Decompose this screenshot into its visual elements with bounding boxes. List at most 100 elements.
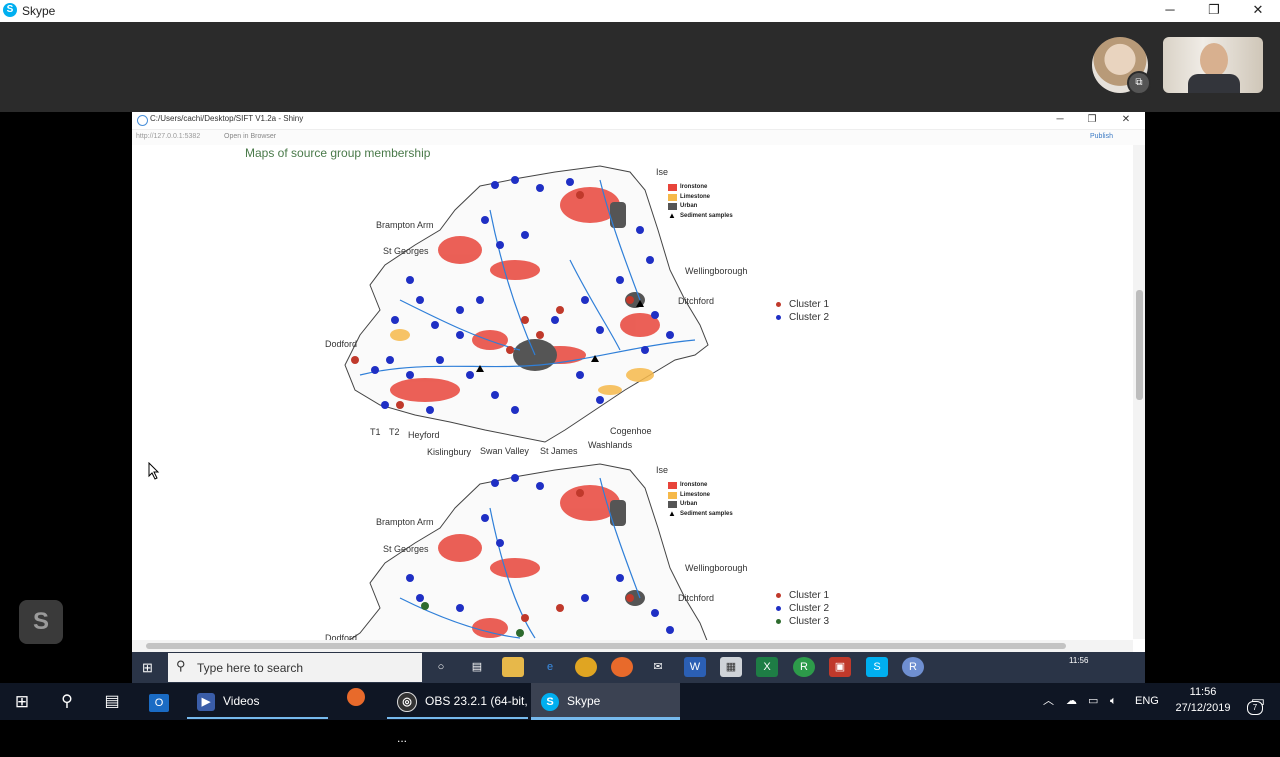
edge-icon[interactable]: e (539, 657, 561, 677)
remote-clock: 11:56 (1069, 656, 1089, 665)
place2-dodford: Dodford (325, 633, 358, 640)
search-icon[interactable]: ⚲ (45, 683, 89, 720)
skype-remote-icon[interactable]: S (866, 657, 888, 677)
close-button[interactable]: ✕ (1236, 0, 1280, 22)
powerpoint-icon[interactable]: ▦ (720, 657, 742, 677)
shiny-url: http://127.0.0.1:5382 (136, 133, 201, 140)
key2-urban-label: Urban (680, 501, 698, 507)
place-swan-valley: Swan Valley (480, 446, 529, 456)
shiny-minimize-button[interactable]: ─ (1046, 112, 1074, 128)
maximize-button[interactable]: ❐ (1192, 0, 1236, 22)
place2-st-georges: St Georges (383, 544, 429, 554)
key2-limestone-label: Limestone (680, 492, 711, 498)
skype-label: Skype (567, 694, 601, 708)
key-urban-swatch (668, 203, 677, 210)
cloud-icon[interactable]: ☁ (1066, 683, 1077, 720)
place-dodford: Dodford (325, 339, 358, 349)
key2-sediment-label: Sediment samples (680, 511, 733, 517)
open-in-browser-button[interactable]: Open in Browser (224, 133, 276, 140)
task-view-icon[interactable]: ▤ (90, 683, 134, 720)
place-st-georges: St Georges (383, 246, 429, 256)
taskbar-app-skype[interactable]: S Skype (531, 683, 680, 720)
pdf-icon[interactable]: ▣ (829, 657, 851, 677)
obs-icon: ◎ (397, 691, 417, 712)
place-t1: T1 (370, 427, 381, 437)
shiny-maximize-button[interactable]: ❐ (1078, 112, 1106, 128)
place-cogenhoe: Cogenhoe (610, 426, 652, 436)
skype-watermark-icon: S (19, 600, 63, 644)
legend-cluster1-label: Cluster 1 (789, 299, 830, 310)
legend2-cluster1-label: Cluster 1 (789, 590, 830, 601)
excel-icon[interactable]: X (756, 657, 778, 677)
window-title: Skype (22, 4, 56, 18)
remote-face (1200, 43, 1228, 77)
videos-icon: ▶ (197, 692, 215, 711)
notification-count-badge: 7 (1247, 701, 1263, 715)
vertical-scrollbar-thumb[interactable] (1136, 290, 1143, 400)
call-header (0, 22, 1280, 112)
minimize-button[interactable]: ─ (1148, 0, 1192, 22)
remote-start-icon[interactable]: ⊞ (142, 660, 153, 676)
legend2-cluster2-label: Cluster 2 (789, 603, 830, 614)
key2-urban-swatch (668, 501, 677, 508)
start-button-icon[interactable]: ⊞ (0, 683, 44, 720)
place-kislingbury: Kislingbury (427, 447, 472, 457)
place2-ditchford: Ditchford (678, 593, 715, 603)
outlook-icon[interactable]: O (137, 683, 181, 720)
skype-logo-icon: S (3, 3, 17, 17)
legend2-cluster1-marker (776, 593, 781, 598)
word-icon[interactable]: W (684, 657, 706, 677)
r-icon[interactable]: R (793, 657, 815, 677)
cortana-icon[interactable]: ○ (430, 657, 452, 677)
battery-icon[interactable]: ▭ (1088, 683, 1098, 720)
horizontal-scrollbar-thumb[interactable] (146, 643, 1066, 649)
place-washlands: Washlands (588, 440, 633, 450)
mouse-cursor-icon (148, 462, 160, 480)
place-brampton-arm: Brampton Arm (376, 220, 434, 230)
remote-body (1188, 74, 1240, 93)
legend-cluster2-label: Cluster 2 (789, 312, 830, 323)
place-t2: T2 (389, 427, 400, 437)
place-wellingborough: Wellingborough (685, 266, 748, 276)
place2-ise: Ise (656, 465, 669, 475)
mail-icon[interactable]: ✉ (647, 657, 669, 677)
taskbar-app-videos[interactable]: ▶ Videos (187, 683, 328, 720)
skype-titlebar (0, 0, 1280, 22)
key2-ironstone-swatch (668, 482, 677, 489)
sediment-triangle-icon: ▲ (668, 211, 676, 220)
tray-overflow-icon[interactable]: ︿ (1043, 683, 1054, 720)
taskbar-app-obs[interactable]: ◎ OBS 23.2.1 (64-bit, ... (387, 683, 528, 745)
task-view-icon[interactable]: ▤ (466, 657, 488, 677)
videos-active-indicator (187, 717, 328, 719)
clock-time[interactable]: 11:56 (1180, 686, 1226, 698)
file-explorer-icon[interactable] (502, 657, 524, 677)
obs-active-indicator (387, 717, 528, 719)
shiny-window-title: C:/Users/cachi/Desktop/SIFT V1.2a - Shin… (150, 114, 304, 123)
legend-cluster2-marker (776, 315, 781, 320)
clock-date[interactable]: 27/12/2019 (1168, 702, 1238, 714)
chrome-icon[interactable] (575, 657, 597, 677)
publish-button[interactable]: Publish (1090, 133, 1113, 140)
page-heading: Maps of source group membership (245, 146, 431, 160)
firefox-icon[interactable] (334, 683, 378, 720)
volume-icon[interactable]: 🔈︎ (1110, 683, 1117, 720)
place-ise: Ise (656, 167, 669, 177)
firefox-icon[interactable] (611, 657, 633, 677)
key-limestone-label: Limestone (680, 194, 711, 200)
legend2-cluster3-marker (776, 619, 781, 624)
legend-cluster1-marker (776, 302, 781, 307)
place-heyford: Heyford (408, 430, 440, 440)
legend2-cluster3-label: Cluster 3 (789, 616, 830, 627)
language-indicator[interactable]: ENG (1135, 683, 1159, 720)
place-st-james: St James (540, 446, 578, 456)
rstudio-taskbar-icon[interactable]: R (902, 657, 924, 677)
legend2-cluster2-marker (776, 606, 781, 611)
shiny-toolbar (132, 130, 1145, 145)
rstudio-icon (137, 115, 148, 126)
sediment-triangle-icon-2: ▲ (668, 509, 676, 518)
remote-search-placeholder: Type here to search (197, 661, 304, 675)
key-ironstone-label: Ironstone (680, 184, 708, 190)
videos-label: Videos (223, 694, 260, 708)
shiny-close-button[interactable]: ✕ (1112, 112, 1140, 128)
key2-ironstone-label: Ironstone (680, 482, 708, 488)
